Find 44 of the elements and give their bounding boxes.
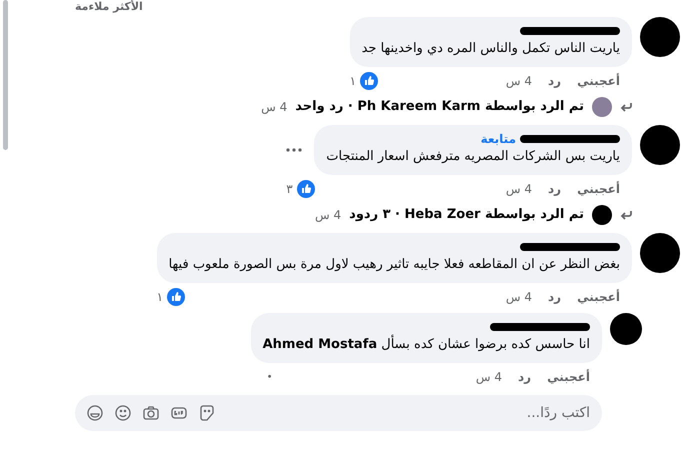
thumbs-up-icon bbox=[296, 180, 315, 198]
emoji-icon[interactable] bbox=[115, 405, 131, 421]
action-link[interactable]: أعجبني bbox=[577, 288, 620, 306]
timestamp: 4 س bbox=[506, 73, 532, 90]
avatar-photo-placeholder bbox=[592, 97, 612, 117]
action-link[interactable]: رد bbox=[548, 180, 562, 198]
like-count: ١ bbox=[350, 73, 356, 90]
action-link[interactable]: رد bbox=[548, 72, 562, 90]
comment-text: ياريت بس الشركات المصريه مترفعش اسعار المنتجات bbox=[326, 148, 620, 166]
action-link[interactable]: أعجبني bbox=[577, 72, 620, 90]
like-count: ١ bbox=[156, 289, 164, 306]
redacted-avatar bbox=[640, 125, 680, 165]
action-link[interactable]: رد bbox=[548, 288, 562, 306]
reply-arrow-icon bbox=[620, 102, 632, 112]
follow-link[interactable]: متابعة bbox=[480, 130, 516, 148]
replies-summary-link[interactable]: تم الرد بواسطة Ph Kareem Karm · رد واحد bbox=[295, 97, 584, 117]
replies-summary-link[interactable]: تم الرد بواسطة Heba Zoer · ٣ ردود bbox=[349, 205, 584, 225]
action-link[interactable]: رد bbox=[518, 368, 532, 386]
more-options-icon[interactable] bbox=[286, 148, 302, 152]
timestamp: 4 س bbox=[315, 207, 342, 224]
like-count: ٣ bbox=[286, 181, 293, 198]
thumbs-up-icon bbox=[167, 288, 186, 306]
comment-text: ياريت الناس تكمل والناس المره دي واخدينها جد bbox=[362, 40, 620, 58]
redacted-avatar bbox=[592, 205, 612, 225]
reply-arrow-icon bbox=[620, 210, 632, 220]
camera-icon[interactable] bbox=[143, 405, 159, 421]
reply-input: اكتب ردًا... bbox=[227, 402, 590, 424]
action-link[interactable]: أعجبني bbox=[547, 368, 590, 386]
redacted-avatar bbox=[640, 17, 680, 57]
action-link[interactable]: أعجبني bbox=[577, 180, 620, 198]
redacted-avatar bbox=[640, 233, 680, 273]
timestamp: 4 س bbox=[506, 181, 532, 198]
scrollbar[interactable] bbox=[3, 0, 8, 150]
timestamp: 4 س bbox=[506, 289, 532, 306]
timestamp: 4 س bbox=[261, 99, 288, 116]
timestamp: 4 س bbox=[476, 369, 502, 386]
thumbs-up-icon bbox=[360, 72, 378, 90]
sticker-icon[interactable] bbox=[199, 405, 215, 421]
dot-mark: • bbox=[266, 370, 272, 384]
avatar-sticker-icon[interactable] bbox=[87, 405, 103, 421]
redacted-avatar bbox=[610, 313, 642, 345]
gif-icon[interactable] bbox=[171, 405, 187, 421]
reply-input-field[interactable]: اكتب ردًا... bbox=[75, 395, 602, 431]
comment-text: بغض النظر عن ان المقاطعه فعلا جايبه تاثير رهيب لاول مرة بس الصورة ملعوب فيها bbox=[168, 256, 620, 274]
